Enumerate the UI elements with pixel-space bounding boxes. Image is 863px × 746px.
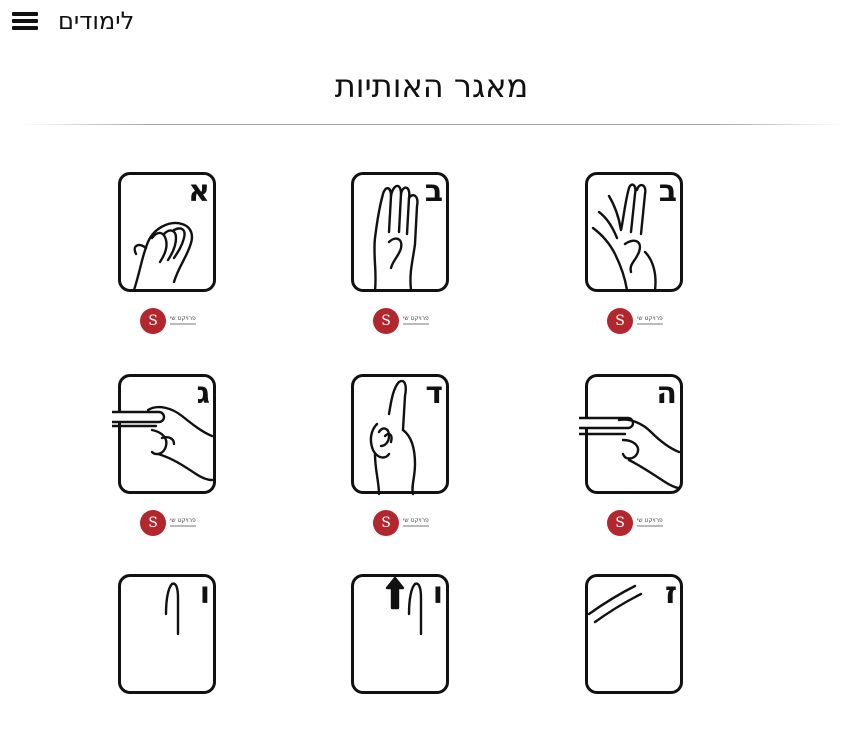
letter-card[interactable]: ד S פרויקט שי	[345, 374, 455, 546]
logo-circle-icon: S	[140, 308, 166, 334]
project-logo: S פרויקט שי	[373, 510, 433, 536]
project-logo: S פרויקט שי	[140, 510, 200, 536]
logo-text: פרויקט שי	[403, 315, 429, 322]
hebrew-letter: ב	[658, 174, 677, 209]
hebrew-letter: ז	[664, 576, 677, 611]
letter-card[interactable]: ג S פרויקט שי	[112, 374, 222, 546]
letter-card[interactable]: ה S פרויקט שי	[579, 374, 689, 546]
letter-card[interactable]: ב S פרויקט שי	[345, 172, 455, 344]
hebrew-letter: ב	[424, 174, 443, 209]
hebrew-letter: א	[188, 174, 210, 209]
logo-text: פרויקט שי	[637, 517, 663, 524]
letter-card[interactable]: ז	[579, 574, 689, 746]
logo-text: פרויקט שי	[403, 517, 429, 524]
logo-underline	[637, 525, 663, 527]
logo-underline	[637, 323, 663, 325]
project-logo: S פרויקט שי	[607, 510, 667, 536]
logo-circle-icon: S	[607, 308, 633, 334]
logo-underline	[170, 323, 196, 325]
logo-underline	[403, 323, 429, 325]
logo-text: פרויקט שי	[637, 315, 663, 322]
logo-text: פרויקט שי	[170, 517, 196, 524]
hebrew-letter: ו	[432, 576, 443, 611]
logo-circle-icon: S	[140, 510, 166, 536]
logo-circle-icon: S	[373, 308, 399, 334]
logo-underline	[170, 525, 196, 527]
logo-underline	[403, 525, 429, 527]
hebrew-letter: ה	[656, 376, 677, 411]
project-logo: S פרויקט שי	[373, 308, 433, 334]
hebrew-letter: ו	[199, 576, 210, 611]
hebrew-letter: ד	[425, 376, 443, 411]
logo-circle-icon: S	[373, 510, 399, 536]
logo-circle-icon: S	[607, 510, 633, 536]
letters-grid: א S פרויקט שי ב S פרויקט שי ב S פרויקט ש…	[0, 0, 863, 694]
project-logo: S פרויקט שי	[140, 308, 200, 334]
project-logo: S פרויקט שי	[607, 308, 667, 334]
letter-card[interactable]: ב S פרויקט שי	[579, 172, 689, 344]
letter-card[interactable]: ו	[345, 574, 455, 746]
logo-text: פרויקט שי	[170, 315, 196, 322]
hebrew-letter: ג	[196, 376, 210, 411]
letter-card[interactable]: א S פרויקט שי	[112, 172, 222, 344]
letter-card[interactable]: ו	[112, 574, 222, 746]
